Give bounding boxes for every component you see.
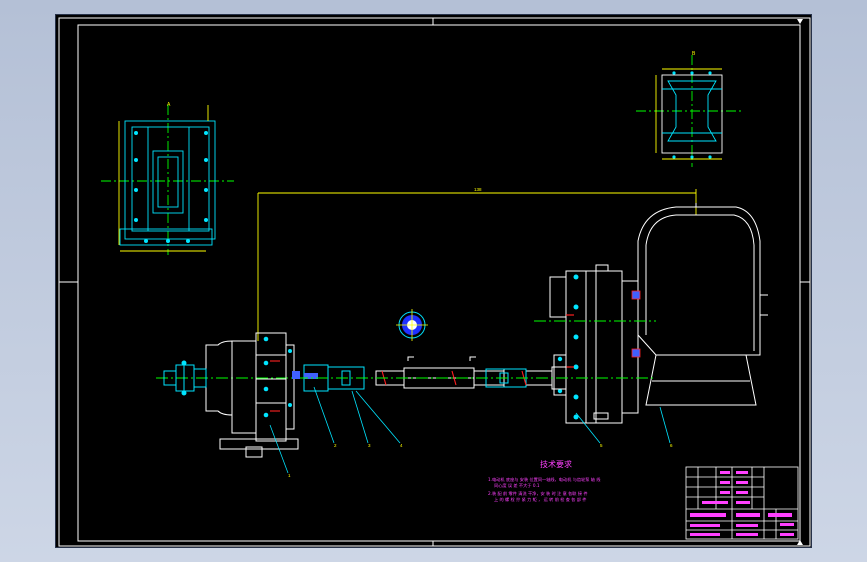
balloon-2: 2: [334, 443, 337, 448]
pump-housing-right: [549, 264, 639, 424]
pump-highlight-right: [566, 314, 574, 368]
tech-req-line2: 2.装 配 前 零件 清洗 干净，安 装 时 注 意 各联 接 件: [488, 490, 588, 497]
tech-requirements: 技术要求 1.电动机 底座与 安装 位置同一轴线，电动机 与齿轮泵 轴 线 同心…: [488, 459, 601, 503]
balloon-1: 1: [288, 473, 291, 478]
dimension-overall-text: 138: [474, 187, 482, 192]
balloon-5: 5: [600, 443, 603, 448]
balloon-6: 6: [670, 443, 673, 448]
motor: [637, 203, 768, 406]
tech-req-line2b: 上 的 螺 栓 拧 紧 力 矩 ， 运 转 前 检 查 各 部 件: [494, 496, 587, 503]
section-marks: [407, 356, 476, 361]
overall-dimension: 138: [257, 187, 697, 341]
section-view-left: A: [101, 102, 234, 255]
balloon-4: 4: [400, 443, 403, 448]
pump-bolts-left: [263, 336, 292, 418]
pump-left: [205, 332, 299, 458]
tech-req-line1: 1.电动机 底座与 安装 位置同一轴线，电动机 与齿轮泵 轴 线: [488, 476, 601, 483]
balloon-3: 3: [368, 443, 371, 448]
tech-req-title: 技术要求: [540, 459, 572, 469]
end-view-right: B: [636, 51, 744, 167]
leader-lines: [269, 386, 671, 474]
section-label-b: B: [692, 51, 696, 57]
tech-req-line1b: 同心度 误 差 不大于 0.1: [494, 482, 540, 489]
title-block-text-marks: [690, 471, 794, 536]
flange-studs: [631, 290, 641, 358]
cad-viewport[interactable]: A B 138 1 2 3 4 5 6 技术要求 1.电动机 底座与 安装 位置…: [55, 14, 812, 548]
balloon-labels: 1 2 3 4 5 6: [288, 443, 673, 478]
pump-bolts-right: [557, 274, 579, 420]
bolt-circle-detail: [396, 309, 428, 341]
